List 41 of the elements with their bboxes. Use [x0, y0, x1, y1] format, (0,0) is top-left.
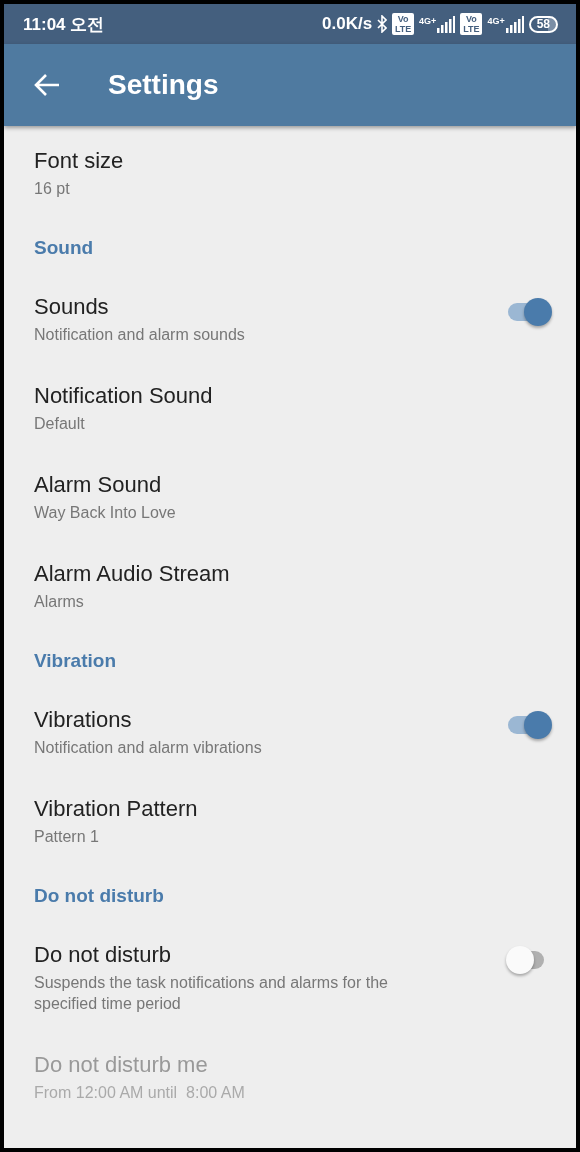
settings-item[interactable]: Alarm Sound Way Back Into Love — [4, 450, 576, 539]
settings-item[interactable]: Vibration Pattern Pattern 1 — [4, 774, 576, 863]
item-title: Do not disturb me — [34, 1051, 209, 1079]
signal-icon — [505, 15, 524, 33]
network-type: 4G+ — [419, 15, 437, 26]
item-subtitle: Way Back Into Love — [34, 503, 177, 523]
item-title: Do not disturb — [34, 941, 172, 969]
settings-item[interactable]: Alarm Audio Stream Alarms — [4, 539, 576, 628]
settings-item[interactable]: Font size 16 pt — [4, 126, 576, 215]
item-title: Notification Sound — [34, 382, 214, 410]
settings-item[interactable]: Vibrations Notification and alarm vibrations — [4, 685, 576, 774]
battery-level: 58 — [528, 15, 558, 33]
item-subtitle: From 12:00 AM until 8:00 AM — [34, 1083, 246, 1103]
item-subtitle: Pattern 1 — [34, 827, 100, 847]
settings-item[interactable]: Sounds Notification and alarm sounds — [4, 272, 576, 361]
bluetooth-icon — [377, 15, 388, 33]
item-subtitle: 16 pt — [34, 179, 71, 199]
item-title: Alarm Sound — [34, 471, 163, 499]
section-header: Sound — [33, 236, 95, 260]
item-title: Vibrations — [34, 706, 133, 734]
item-title: Vibration Pattern — [34, 795, 199, 823]
item-subtitle: Notification and alarm sounds — [34, 325, 246, 345]
settings-item[interactable]: Notification Sound Default — [4, 361, 576, 450]
item-subtitle: Suspends the task notifications and alarms for the specified time period — [34, 973, 389, 1014]
section-header: Vibration — [33, 649, 117, 673]
clock-time: 11:04 오전 — [23, 13, 105, 36]
page-title: Settings — [108, 69, 219, 101]
item-title: Font size — [34, 147, 125, 175]
item-title: Alarm Audio Stream — [34, 560, 231, 588]
back-arrow-icon — [34, 74, 60, 96]
item-title: Sounds — [34, 293, 110, 321]
volte-badge: Vo LTE — [392, 13, 415, 35]
item-subtitle: Default — [34, 414, 86, 434]
section-header: Do not disturb — [33, 884, 165, 908]
network-type: 4G+ — [487, 15, 505, 26]
item-subtitle: Alarms — [34, 592, 85, 612]
volte-badge: Vo LTE — [460, 13, 483, 35]
signal-icon — [437, 15, 456, 33]
settings-item[interactable]: Do not disturb Suspends the task notifications and alarms for the specified time period — [4, 920, 576, 1030]
item-subtitle: Notification and alarm vibrations — [34, 738, 263, 758]
network-speed: 0.0K/s — [322, 14, 373, 34]
